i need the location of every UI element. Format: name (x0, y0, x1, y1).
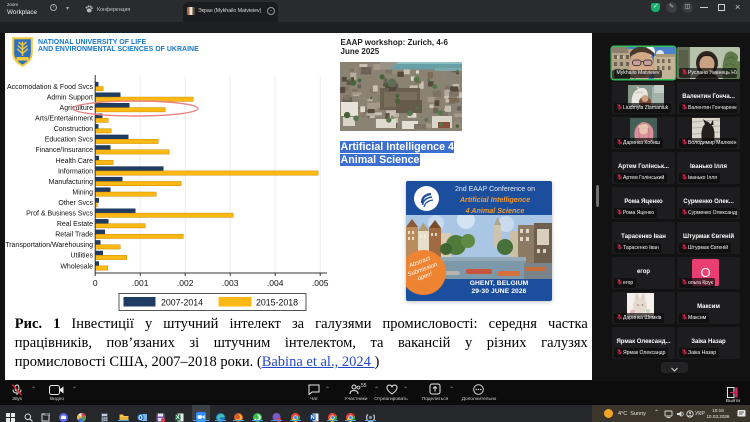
svg-text:.003: .003 (222, 278, 239, 288)
svg-text:.002: .002 (177, 278, 194, 288)
svg-text:Arts/Entertainment: Arts/Entertainment (35, 116, 93, 123)
svg-text:2015-2018: 2015-2018 (256, 298, 298, 308)
svg-text:Utilities: Utilities (70, 253, 93, 260)
svg-text:Finance/Insurance: Finance/Insurance (35, 147, 93, 154)
svg-text:Health Care: Health Care (56, 158, 93, 165)
svg-text:Other Svcs: Other Svcs (58, 200, 93, 207)
svg-text:Information: Information (58, 168, 93, 175)
svg-text:Accomodation & Food Svcs: Accomodation & Food Svcs (7, 84, 93, 91)
svg-text:.001: .001 (132, 278, 149, 288)
svg-text:.004: .004 (267, 278, 284, 288)
svg-text:Mining: Mining (72, 189, 93, 196)
svg-text:Wholesale: Wholesale (60, 263, 93, 270)
svg-text:0: 0 (93, 278, 98, 288)
svg-text:2007-2014: 2007-2014 (161, 298, 203, 308)
svg-text:Retail Trade: Retail Trade (55, 232, 93, 239)
svg-text:X: X (176, 415, 180, 421)
svg-text:Construction: Construction (54, 126, 93, 133)
svg-text:Transportation/Warehousing: Transportation/Warehousing (5, 242, 93, 249)
svg-text:Education Svcs: Education Svcs (45, 137, 94, 144)
svg-text:N: N (311, 415, 315, 421)
svg-text:Prof & Business Svcs: Prof & Business Svcs (26, 211, 93, 218)
svg-text:.005: .005 (312, 278, 329, 288)
svg-text:Manufacturing: Manufacturing (49, 179, 93, 186)
svg-text:Admin Support: Admin Support (47, 94, 93, 101)
svg-text:Real Estate: Real Estate (57, 221, 93, 228)
